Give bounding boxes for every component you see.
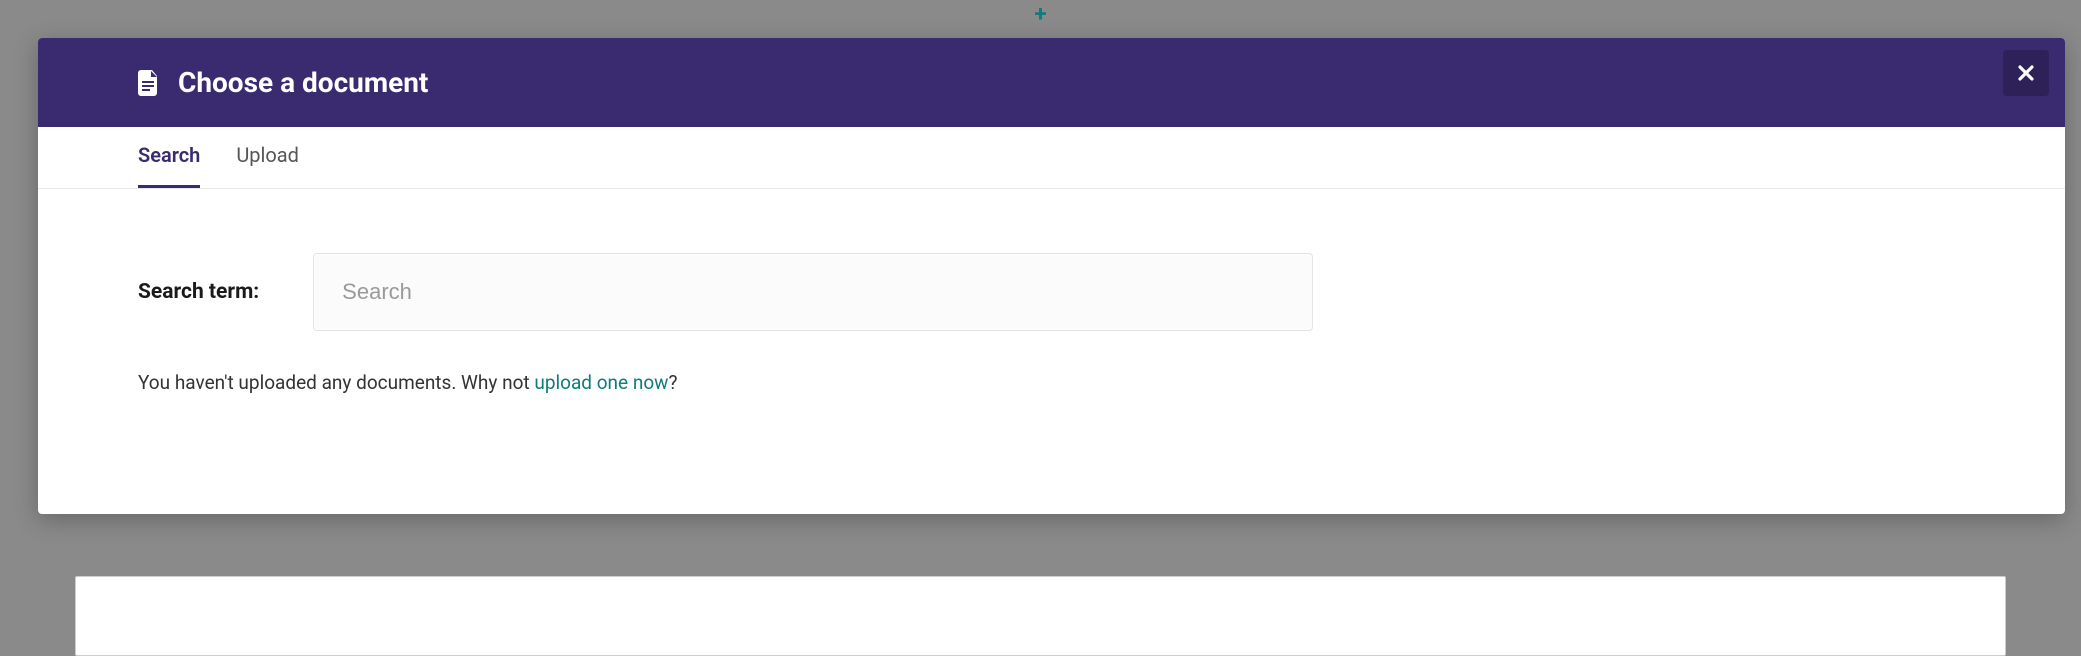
search-input[interactable] — [313, 253, 1313, 331]
add-block-icon[interactable]: + — [1035, 2, 1047, 27]
tab-upload[interactable]: Upload — [236, 127, 299, 188]
tab-label: Upload — [236, 143, 299, 167]
modal-header: Choose a document — [38, 38, 2065, 127]
modal-title: Choose a document — [178, 66, 428, 99]
empty-suffix: ? — [668, 371, 677, 394]
close-button[interactable] — [2003, 50, 2049, 96]
choose-document-modal: Choose a document Search Upload Search t… — [38, 38, 2065, 514]
modal-header-left: Choose a document — [138, 66, 428, 99]
background-panel — [75, 576, 2006, 656]
upload-one-now-link[interactable]: upload one now — [534, 371, 668, 394]
tab-label: Search — [138, 143, 200, 167]
document-icon — [138, 70, 160, 96]
tab-search[interactable]: Search — [138, 127, 200, 188]
search-label: Search term: — [138, 280, 259, 304]
empty-state-message: You haven't uploaded any documents. Why … — [138, 371, 1965, 394]
close-icon — [2017, 64, 2035, 82]
search-row: Search term: — [138, 253, 1965, 331]
modal-body: Search term: You haven't uploaded any do… — [38, 189, 2065, 514]
empty-prefix: You haven't uploaded any documents. Why … — [138, 371, 534, 394]
tabs: Search Upload — [38, 127, 2065, 189]
